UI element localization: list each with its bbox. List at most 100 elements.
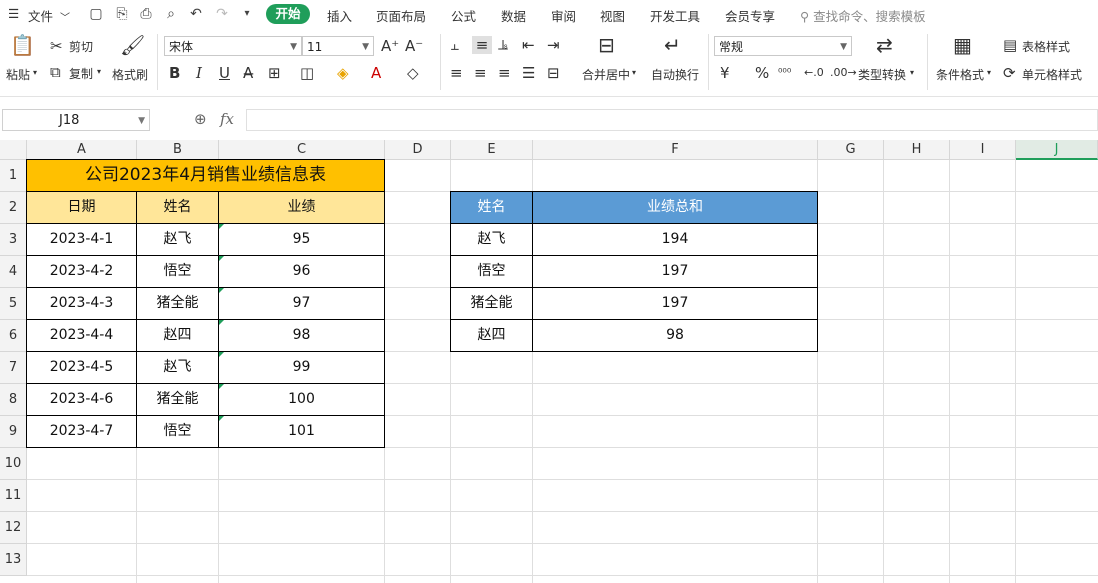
formula-input[interactable] [246, 109, 1098, 131]
undo-icon[interactable]: ↶ [188, 6, 204, 22]
table2-data-cell[interactable]: 赵四 [450, 319, 533, 352]
command-search[interactable]: ⚲ 查找命令、搜索模板 [800, 6, 926, 25]
type-convert-button[interactable]: 类型转换 [858, 66, 906, 83]
conditional-format-icon[interactable]: ▦ [953, 35, 972, 55]
italic-button[interactable]: I [196, 64, 202, 82]
table-style-button[interactable]: 表格样式 [1022, 38, 1070, 55]
table1-header-cell[interactable]: 日期 [26, 191, 137, 224]
row-header-11[interactable]: 11 [0, 480, 27, 512]
wrap-text-icon[interactable]: ↵ [664, 35, 681, 55]
table1-data-cell[interactable]: 悟空 [136, 415, 219, 448]
table2-data-cell[interactable]: 197 [532, 255, 818, 288]
table1-header-cell[interactable]: 业绩 [218, 191, 385, 224]
table1-data-cell[interactable]: 99 [218, 351, 385, 384]
column-header-J[interactable]: J [1016, 140, 1098, 160]
thousands-separator-icon[interactable]: ⁰⁰⁰ [778, 64, 791, 82]
row-header-10[interactable]: 10 [0, 448, 27, 480]
underline-button[interactable]: U [219, 64, 230, 82]
indent-increase-icon[interactable]: ⇥ [547, 36, 560, 54]
justify-icon[interactable]: ☰ [522, 64, 535, 82]
merge-cells-icon[interactable]: ⊟ [598, 35, 615, 55]
tab-review[interactable]: 审阅 [551, 6, 576, 25]
print-preview-icon[interactable]: ⌕ [163, 6, 179, 22]
tab-view[interactable]: 视图 [600, 6, 625, 25]
table1-data-cell[interactable]: 猪全能 [136, 383, 219, 416]
row-header-13[interactable]: 13 [0, 544, 27, 576]
type-convert-dropdown-icon[interactable]: ▾ [910, 68, 914, 77]
row-header-9[interactable]: 9 [0, 416, 27, 448]
strikethrough-icon[interactable]: A̶ [243, 64, 253, 82]
align-center-icon[interactable]: ≡ [474, 64, 487, 82]
table2-data-cell[interactable]: 赵飞 [450, 223, 533, 256]
merge-dropdown-icon[interactable]: ▾ [632, 68, 636, 77]
align-bottom-icon[interactable]: ⫡ [498, 36, 508, 54]
redo-icon[interactable]: ↷ [214, 6, 230, 22]
borders-icon[interactable]: ⊞ [268, 64, 281, 82]
customize-dropdown-icon[interactable]: ▾ [239, 6, 255, 22]
column-header-E[interactable]: E [451, 140, 533, 160]
row-header-7[interactable]: 7 [0, 352, 27, 384]
row-header-12[interactable]: 12 [0, 512, 27, 544]
row-header-8[interactable]: 8 [0, 384, 27, 416]
font-color-icon[interactable]: A [371, 64, 381, 82]
row-header-3[interactable]: 3 [0, 224, 27, 256]
column-header-G[interactable]: G [818, 140, 884, 160]
column-header-F[interactable]: F [533, 140, 818, 160]
scissors-icon[interactable]: ✂ [50, 37, 63, 55]
align-top-icon[interactable]: ⫠ [450, 36, 459, 54]
table-style-icon[interactable]: ▤ [1003, 36, 1017, 54]
indent-decrease-icon[interactable]: ⇤ [522, 36, 535, 54]
tab-insert[interactable]: 插入 [327, 6, 352, 25]
bold-button[interactable]: B [169, 64, 180, 82]
zoom-icon[interactable]: ⊕ [194, 110, 207, 128]
wrap-text-button[interactable]: 自动换行 [651, 66, 699, 83]
table1-data-cell[interactable]: 2023-4-7 [26, 415, 137, 448]
column-header-A[interactable]: A [27, 140, 137, 160]
table1-data-cell[interactable]: 赵飞 [136, 223, 219, 256]
tab-data[interactable]: 数据 [501, 6, 526, 25]
table1-title-cell[interactable]: 公司2023年4月销售业绩信息表 [26, 159, 385, 192]
chevron-down-icon[interactable]: ﹀ [60, 9, 70, 24]
column-header-D[interactable]: D [385, 140, 451, 160]
column-header-B[interactable]: B [137, 140, 219, 160]
cell-style-icon[interactable]: ⟳ [1003, 64, 1016, 82]
increase-font-icon[interactable]: A⁺ [381, 37, 399, 55]
tab-developer[interactable]: 开发工具 [650, 6, 700, 25]
fill-pattern-icon[interactable]: ◫ [300, 64, 314, 82]
save-icon[interactable]: ▢ [88, 6, 104, 22]
tab-page-layout[interactable]: 页面布局 [376, 6, 426, 25]
tab-formulas[interactable]: 公式 [451, 6, 476, 25]
row-header-2[interactable]: 2 [0, 192, 27, 224]
fx-button[interactable]: fx [220, 110, 234, 128]
paste-icon[interactable]: 📋 [10, 35, 35, 55]
table2-header-cell[interactable]: 业绩总和 [532, 191, 818, 224]
tab-home[interactable]: 开始 [266, 4, 310, 24]
table1-data-cell[interactable]: 悟空 [136, 255, 219, 288]
row-header-6[interactable]: 6 [0, 320, 27, 352]
decrease-font-icon[interactable]: A⁻ [405, 37, 423, 55]
cut-button[interactable]: 剪切 [69, 38, 93, 55]
table2-data-cell[interactable]: 194 [532, 223, 818, 256]
table1-data-cell[interactable]: 2023-4-5 [26, 351, 137, 384]
column-header-I[interactable]: I [950, 140, 1016, 160]
font-name-select[interactable]: 宋体 ▼ [164, 36, 302, 56]
merge-center-button[interactable]: 合并居中 [582, 66, 630, 83]
table1-data-cell[interactable]: 101 [218, 415, 385, 448]
select-all-corner[interactable] [0, 140, 27, 160]
percent-button[interactable]: % [755, 64, 769, 82]
decrease-decimal-icon[interactable]: .00→ [830, 64, 857, 82]
type-convert-icon[interactable]: ⇄ [876, 35, 893, 55]
table1-data-cell[interactable]: 98 [218, 319, 385, 352]
table1-data-cell[interactable]: 96 [218, 255, 385, 288]
align-right-icon[interactable]: ≡ [498, 64, 511, 82]
table1-data-cell[interactable]: 猪全能 [136, 287, 219, 320]
table1-data-cell[interactable]: 2023-4-1 [26, 223, 137, 256]
clear-format-icon[interactable]: ◇ [407, 64, 419, 82]
name-box[interactable]: J18 ▼ [2, 109, 150, 131]
table2-data-cell[interactable]: 悟空 [450, 255, 533, 288]
table2-data-cell[interactable]: 98 [532, 319, 818, 352]
paste-dropdown-icon[interactable]: ▾ [33, 68, 37, 77]
cell-style-button[interactable]: 单元格样式 [1022, 66, 1082, 83]
distribute-icon[interactable]: ⊟ [547, 64, 560, 82]
table1-header-cell[interactable]: 姓名 [136, 191, 219, 224]
